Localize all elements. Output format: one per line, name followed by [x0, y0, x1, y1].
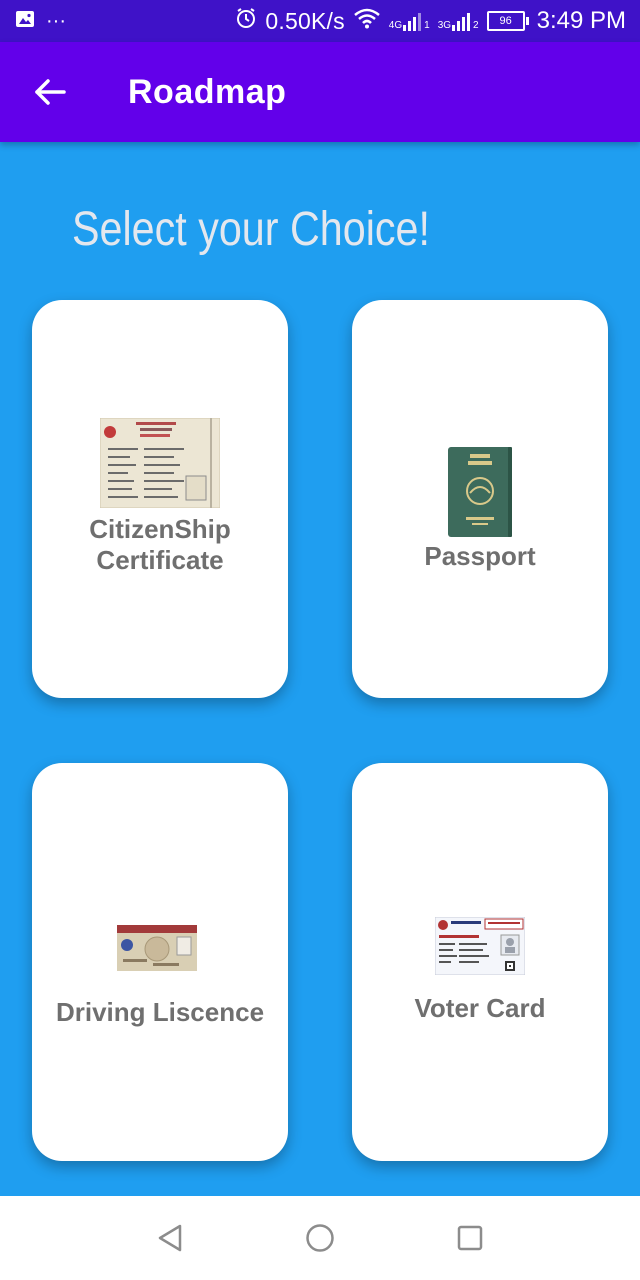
- nav-home-button[interactable]: [300, 1218, 340, 1258]
- app-bar: Roadmap: [0, 42, 640, 142]
- citizenship-certificate-card[interactable]: CitizenShip Certificate: [32, 300, 288, 698]
- alarm-icon: [235, 7, 257, 35]
- card-label: Voter Card: [414, 992, 546, 1023]
- gallery-icon: [16, 10, 34, 32]
- voter-card-image: [435, 916, 525, 975]
- status-right: 0.50K/s 4G 1 3G 2 96 3:49 PM: [235, 7, 626, 35]
- network-speed: 0.50K/s: [265, 7, 345, 34]
- card-label: Passport: [424, 540, 536, 571]
- passport-image: [448, 446, 512, 537]
- page-title: Roadmap: [128, 72, 287, 111]
- nav-back-button[interactable]: [150, 1218, 190, 1258]
- status-time: 3:49 PM: [536, 7, 626, 34]
- nav-recents-button[interactable]: [450, 1218, 490, 1258]
- network-type-4g: 4G: [388, 20, 403, 31]
- driving-licence-card[interactable]: Driving Liscence: [32, 763, 288, 1161]
- back-arrow-icon: [35, 79, 66, 105]
- sim1-label: 1: [424, 20, 430, 31]
- battery-icon: 96: [486, 11, 529, 31]
- nav-recents-square-icon: [457, 1225, 483, 1251]
- app-screen: ··· 0.50K/s 4G 1 3G 2 96 3:49 PM Roadmap…: [0, 0, 640, 1280]
- signal-bars-icon: [403, 13, 422, 31]
- sim2-label: 2: [473, 20, 479, 31]
- system-nav-bar: [0, 1196, 640, 1280]
- passport-card[interactable]: Passport: [352, 300, 608, 698]
- signal-sim1: 4G 1: [389, 11, 430, 31]
- card-label-line2: Certificate: [96, 545, 224, 575]
- more-notifications-icon: ···: [46, 9, 66, 32]
- card-label: CitizenShip Certificate: [89, 514, 231, 576]
- status-bar: ··· 0.50K/s 4G 1 3G 2 96 3:49 PM: [0, 0, 640, 42]
- voter-card-card[interactable]: Voter Card: [352, 763, 608, 1161]
- citizenship-certificate-image: [100, 418, 220, 508]
- back-button[interactable]: [20, 62, 80, 122]
- signal-sim2: 3G 2: [438, 11, 479, 31]
- card-label-line1: CitizenShip: [89, 514, 231, 544]
- signal-bars-icon: [452, 13, 471, 31]
- card-label: Driving Liscence: [55, 996, 265, 1027]
- wifi-icon: [353, 7, 381, 35]
- status-left: ···: [16, 10, 66, 33]
- nav-back-triangle-icon: [158, 1224, 182, 1252]
- driving-licence-image: [117, 924, 203, 971]
- nav-home-circle-icon: [306, 1224, 334, 1252]
- section-heading: Select your Choice!: [72, 203, 430, 256]
- network-type-3g: 3G: [437, 20, 452, 31]
